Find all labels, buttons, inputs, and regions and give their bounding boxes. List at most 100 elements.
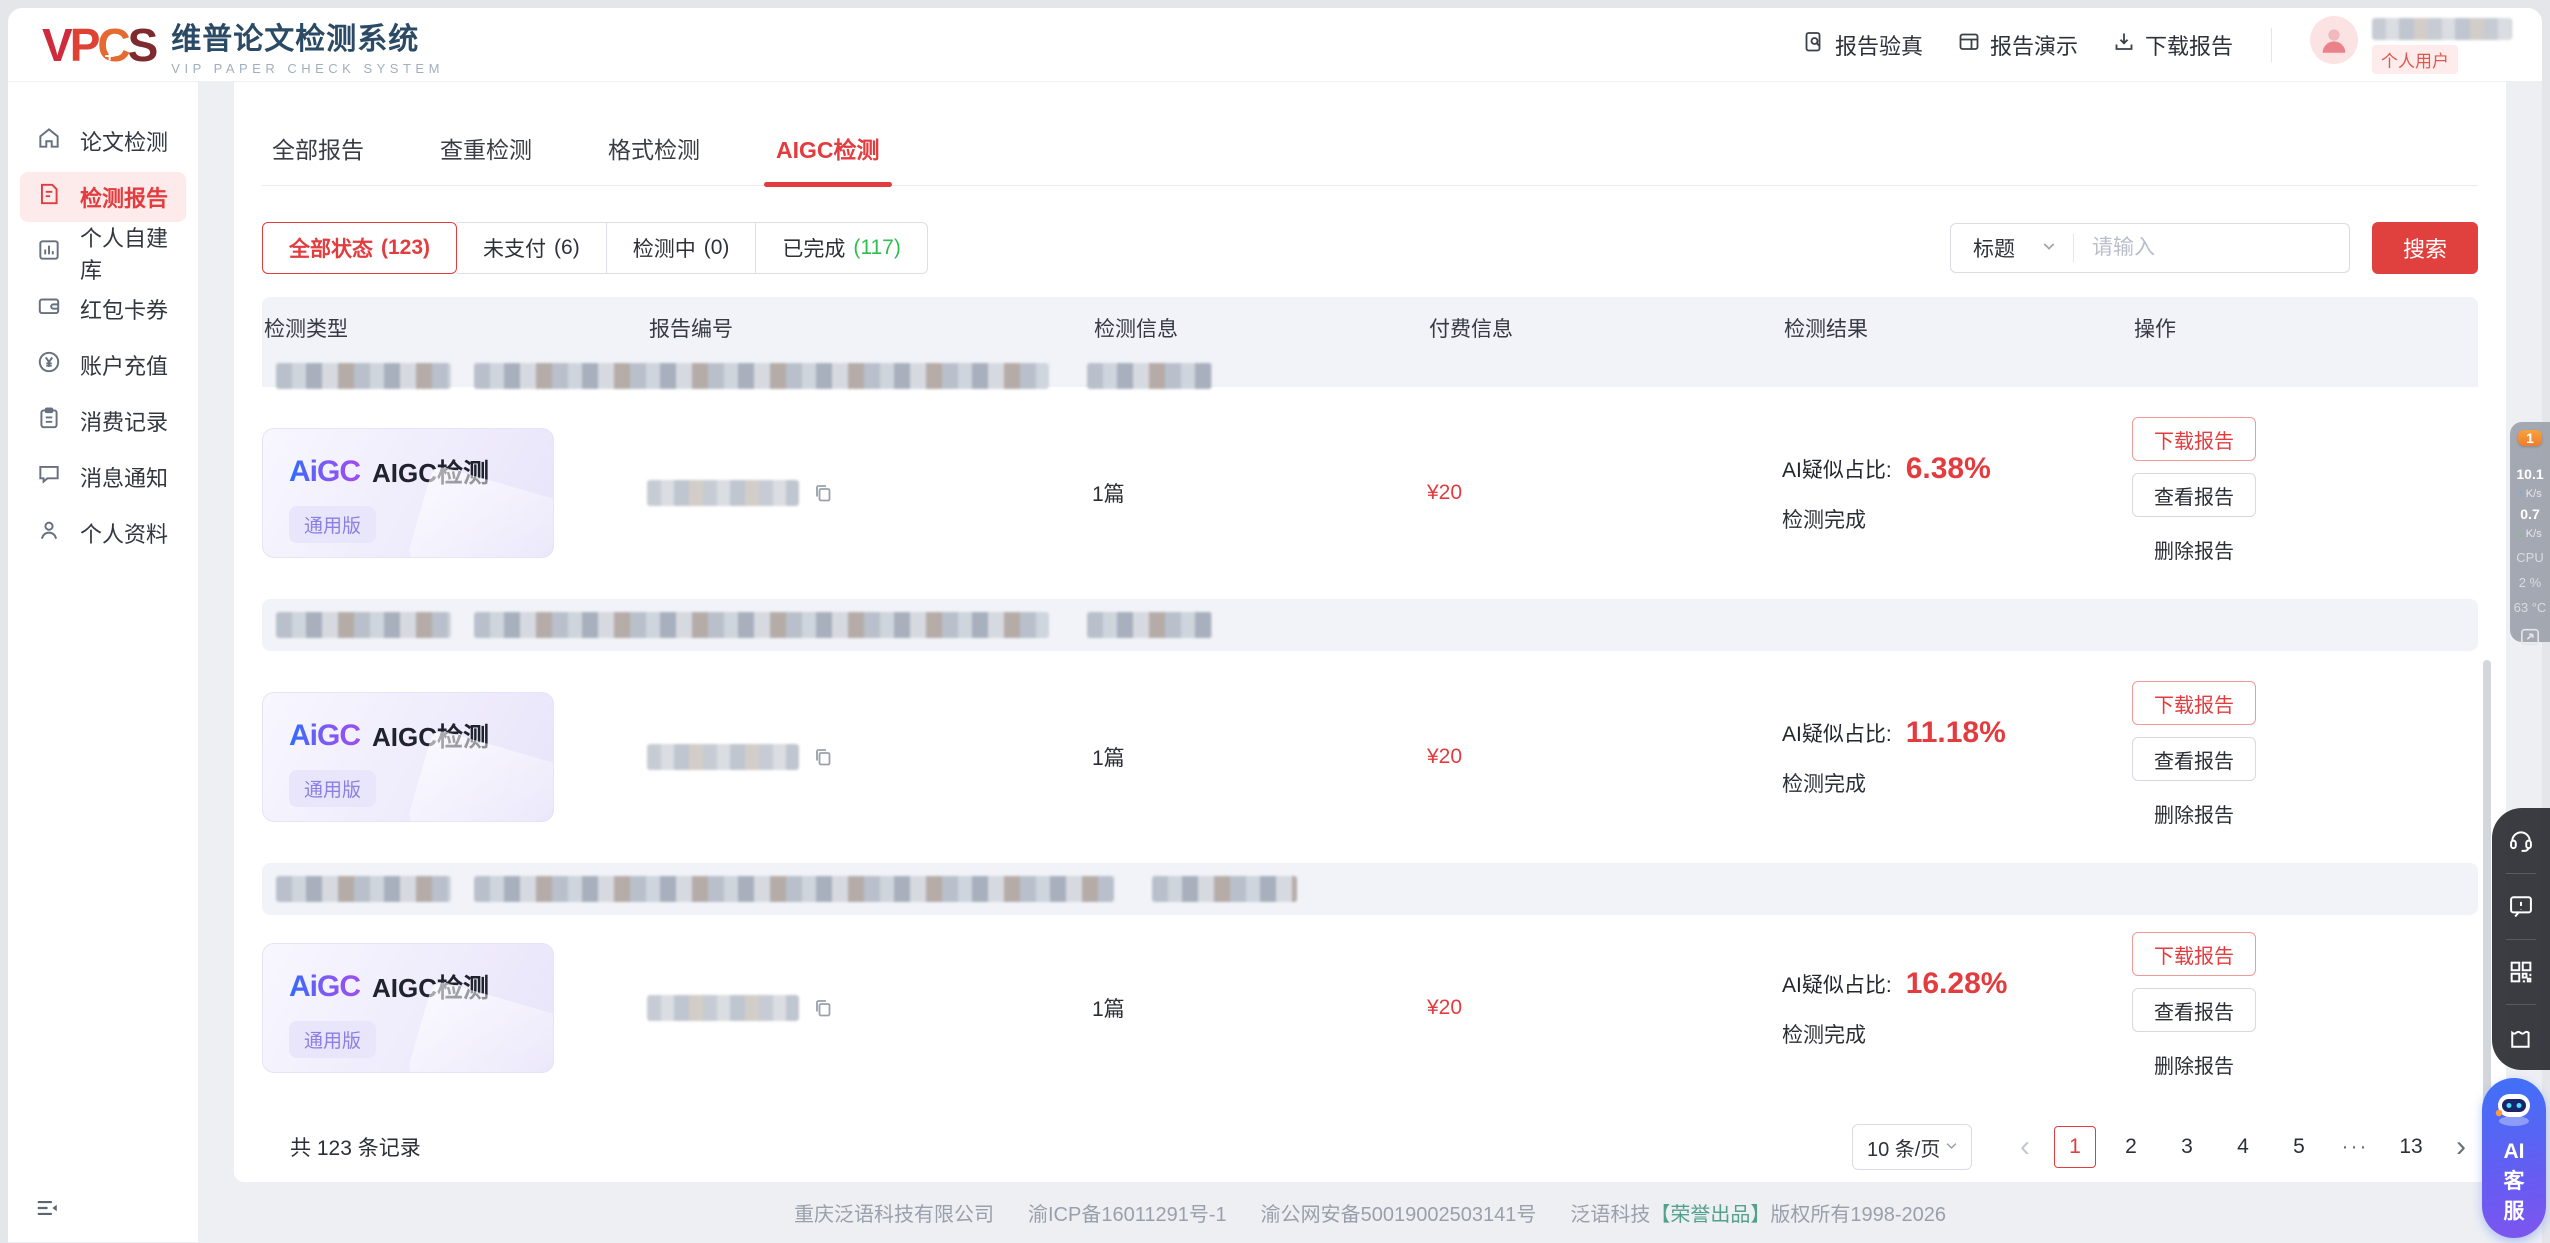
app-subtitle: VIP PAPER CHECK SYSTEM bbox=[171, 61, 444, 76]
tab-format-check[interactable]: 格式检测 bbox=[602, 131, 706, 185]
download-report-button[interactable]: 下载报告 bbox=[2132, 932, 2256, 976]
tab-plagiarism-check[interactable]: 查重检测 bbox=[434, 131, 538, 185]
col-header-actions: 操作 bbox=[2132, 313, 2478, 343]
download-report-button[interactable]: 下载报告 bbox=[2132, 681, 2256, 725]
nav-label: 报告验真 bbox=[1835, 29, 1923, 61]
filter-count: (123) bbox=[381, 236, 430, 260]
filter-completed[interactable]: 已完成 (117) bbox=[756, 222, 927, 274]
sidebar-item-coupons[interactable]: 红包卡券 bbox=[20, 284, 186, 334]
ticket-icon[interactable] bbox=[2507, 1024, 2535, 1052]
main-content: 全部报告 查重检测 格式检测 AIGC检测 全部状态 (123) 未支付 bbox=[198, 82, 2542, 1242]
nav-report-demo[interactable]: 报告演示 bbox=[1957, 29, 2078, 61]
table-header: 检测类型 报告编号 检测信息 付费信息 检测结果 操作 bbox=[262, 297, 2478, 387]
top-header: VPC+S 维普论文检测系统 VIP PAPER CHECK SYSTEM 报告… bbox=[8, 8, 2542, 82]
ai-suspect-ratio: 6.38% bbox=[1906, 452, 1991, 486]
table-row: AiGC AIGC检测 通用版 1篇 ¥20 bbox=[262, 651, 2478, 863]
headset-icon[interactable] bbox=[2507, 826, 2535, 854]
search-field-select[interactable]: 标题 bbox=[1951, 233, 2073, 263]
sidebar-collapse-icon[interactable] bbox=[34, 1195, 60, 1226]
qrcode-icon[interactable] bbox=[2507, 958, 2535, 986]
user-menu[interactable]: 个人用户 bbox=[2310, 16, 2512, 74]
tab-all-reports[interactable]: 全部报告 bbox=[266, 131, 370, 185]
view-report-button[interactable]: 查看报告 bbox=[2132, 473, 2256, 517]
sidebar-item-recharge[interactable]: 账户充值 bbox=[20, 340, 186, 390]
prev-page-icon[interactable]: ‹ bbox=[2010, 1132, 2040, 1162]
ai-customer-service-button[interactable]: AI 客 服 bbox=[2482, 1078, 2546, 1238]
redacted-title-row bbox=[262, 863, 2478, 915]
sidebar-item-library[interactable]: 个人自建库 bbox=[20, 228, 186, 278]
footer-police: 渝公网安备50019002503141号 bbox=[1261, 1198, 1537, 1227]
page-number[interactable]: 4 bbox=[2222, 1126, 2264, 1168]
view-report-button[interactable]: 查看报告 bbox=[2132, 737, 2256, 781]
sidebar-item-report[interactable]: 检测报告 bbox=[20, 172, 186, 222]
screenshot-icon[interactable] bbox=[2519, 627, 2541, 650]
sidebar-item-profile[interactable]: 个人资料 bbox=[20, 508, 186, 558]
upload-unit: K/s bbox=[2526, 488, 2542, 500]
footer-company: 重庆泛语科技有限公司 bbox=[794, 1198, 994, 1227]
search-button[interactable]: 搜索 bbox=[2372, 222, 2478, 274]
search-input[interactable] bbox=[2074, 236, 2349, 260]
chevron-down-icon bbox=[1944, 1136, 1959, 1159]
copy-icon[interactable] bbox=[811, 745, 835, 769]
download-report-button[interactable]: 下载报告 bbox=[2132, 417, 2256, 461]
page-number[interactable]: 1 bbox=[2054, 1126, 2096, 1168]
app-window: VPC+S 维普论文检测系统 VIP PAPER CHECK SYSTEM 报告… bbox=[8, 8, 2542, 1243]
aigc-product-card[interactable]: AiGC AIGC检测 通用版 bbox=[262, 943, 554, 1073]
ai-suspect-ratio: 11.18% bbox=[1906, 716, 2006, 750]
records-icon bbox=[36, 405, 62, 437]
page-number[interactable]: 5 bbox=[2278, 1126, 2320, 1168]
recharge-icon bbox=[36, 349, 62, 381]
aigc-logo: AiGC bbox=[289, 970, 360, 1004]
col-header-info: 检测信息 bbox=[1092, 313, 1427, 343]
status-text: 检测完成 bbox=[1782, 1019, 2132, 1049]
page-size-value: 10 条/页 bbox=[1867, 1133, 1940, 1162]
sidebar-item-label: 红包卡券 bbox=[80, 293, 168, 325]
redacted-username bbox=[2372, 18, 2512, 40]
floating-toolbar bbox=[2492, 808, 2550, 1070]
tab-aigc-check[interactable]: AIGC检测 bbox=[770, 131, 886, 185]
price: ¥20 bbox=[1427, 481, 1782, 505]
download-report-icon bbox=[2112, 30, 2136, 60]
footer-icp: 渝ICP备16011291号-1 bbox=[1028, 1198, 1227, 1227]
page-ellipsis: ··· bbox=[2334, 1126, 2376, 1168]
divider bbox=[2506, 939, 2536, 940]
report-icon bbox=[36, 181, 62, 213]
copy-icon[interactable] bbox=[811, 481, 835, 505]
delete-report-button[interactable]: 删除报告 bbox=[2132, 793, 2256, 833]
search-combo: 标题 bbox=[1950, 223, 2350, 273]
nav-report-verify[interactable]: 报告验真 bbox=[1802, 29, 1923, 61]
filter-all-status[interactable]: 全部状态 (123) bbox=[262, 222, 457, 274]
paper-count: 1篇 bbox=[1092, 742, 1427, 772]
aigc-product-card[interactable]: AiGC AIGC检测 通用版 bbox=[262, 692, 554, 822]
ai-service-label: AI bbox=[2504, 1137, 2525, 1167]
nav-download-report[interactable]: 下载报告 bbox=[2112, 29, 2233, 61]
page-number[interactable]: 13 bbox=[2390, 1126, 2432, 1168]
filter-unpaid[interactable]: 未支付 (6) bbox=[457, 222, 607, 274]
copy-icon[interactable] bbox=[811, 996, 835, 1020]
delete-report-button[interactable]: 删除报告 bbox=[2132, 1044, 2256, 1084]
sidebar-item-label: 个人自建库 bbox=[80, 221, 186, 285]
view-report-button[interactable]: 查看报告 bbox=[2132, 988, 2256, 1032]
paper-count: 1篇 bbox=[1092, 993, 1427, 1023]
chevron-down-icon bbox=[2041, 236, 2057, 260]
aigc-product-card[interactable]: AiGC AIGC检测 通用版 bbox=[262, 428, 554, 558]
sidebar-item-label: 个人资料 bbox=[80, 517, 168, 549]
sidebar-item-label: 消息通知 bbox=[80, 461, 168, 493]
pagination: 共 123 条记录 10 条/页 ‹ 1 2 3 4 5 ··· 13 bbox=[262, 1101, 2478, 1193]
delete-report-button[interactable]: 删除报告 bbox=[2132, 529, 2256, 569]
filter-count: (117) bbox=[853, 236, 900, 260]
status-text: 检测完成 bbox=[1782, 504, 2132, 534]
sidebar-item-messages[interactable]: 消息通知 bbox=[20, 452, 186, 502]
sidebar-item-label: 检测报告 bbox=[80, 181, 168, 213]
paper-count: 1篇 bbox=[1092, 478, 1427, 508]
page-number[interactable]: 3 bbox=[2166, 1126, 2208, 1168]
page-number[interactable]: 2 bbox=[2110, 1126, 2152, 1168]
profile-icon bbox=[36, 517, 62, 549]
filter-checking[interactable]: 检测中 (0) bbox=[607, 222, 757, 274]
feedback-icon[interactable] bbox=[2507, 892, 2535, 920]
sidebar-item-paper-check[interactable]: 论文检测 bbox=[20, 116, 186, 166]
user-role-badge: 个人用户 bbox=[2372, 45, 2458, 74]
page-size-select[interactable]: 10 条/页 bbox=[1852, 1124, 1972, 1170]
next-page-icon[interactable]: › bbox=[2446, 1132, 2476, 1162]
sidebar-item-records[interactable]: 消费记录 bbox=[20, 396, 186, 446]
